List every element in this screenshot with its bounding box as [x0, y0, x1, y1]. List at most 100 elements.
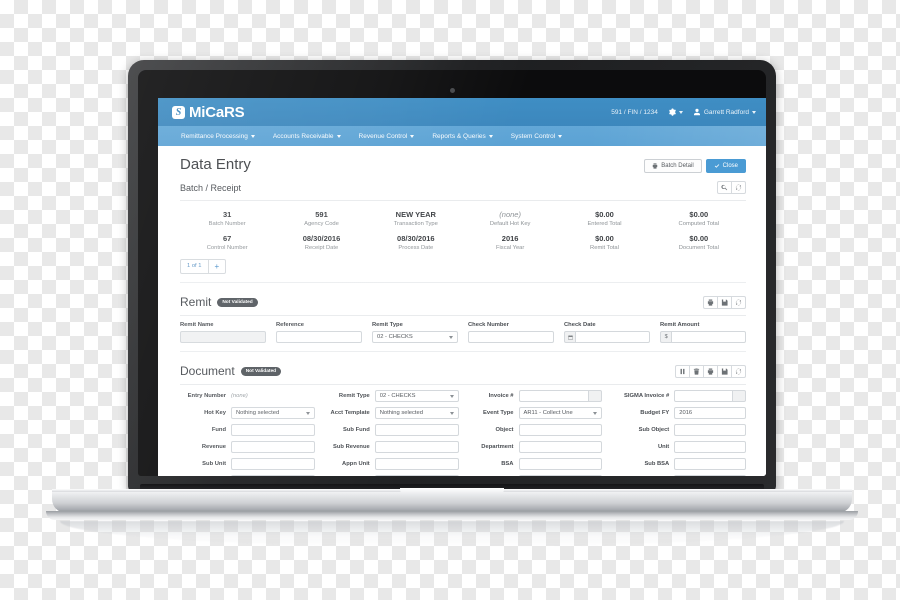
- summary-label: Remit Total: [590, 245, 619, 251]
- nav-item-revenue-control[interactable]: Revenue Control: [350, 133, 424, 140]
- search-icon[interactable]: [717, 181, 732, 194]
- chevron-down-icon: [336, 134, 341, 138]
- divider: [180, 200, 746, 201]
- summary-label: Control Number: [206, 245, 248, 251]
- acct-template-select[interactable]: Nothing selected: [374, 407, 459, 419]
- receipt-pager: 1 of 1 +: [180, 259, 746, 274]
- sub-location-input[interactable]: [674, 475, 746, 476]
- add-receipt-button[interactable]: +: [208, 259, 227, 274]
- field-bsa: BSA: [468, 458, 603, 470]
- page-header: Data Entry Batch Detail Close: [180, 156, 746, 173]
- chevron-down-icon: [488, 134, 493, 138]
- nav-item-remittance-processing[interactable]: Remittance Processing: [172, 133, 264, 140]
- close-button[interactable]: Close: [705, 159, 746, 173]
- doc-remit-type-select[interactable]: 02 - CHECKS: [374, 390, 459, 402]
- field-remit-type: Remit Type 02 - CHECKS: [372, 322, 458, 343]
- nav-item-accounts-receivable[interactable]: Accounts Receivable: [264, 133, 350, 140]
- control-wrap: 02 - CHECKS: [374, 390, 459, 402]
- chevron-down-icon: [752, 110, 756, 114]
- bsa-input[interactable]: [518, 458, 603, 470]
- sub-unit-input[interactable]: [231, 458, 315, 470]
- summary-cell-computed-total: $0.00 Computed Total: [652, 210, 746, 227]
- main-navigation: Remittance Processing Accounts Receivabl…: [158, 126, 766, 146]
- settings-menu[interactable]: [668, 108, 683, 116]
- nav-item-system-control[interactable]: System Control: [502, 133, 571, 140]
- field-check-date: Check Date: [564, 322, 650, 343]
- sigma-invoice-input[interactable]: [674, 390, 734, 402]
- control-wrap: [674, 475, 746, 476]
- sub-object-input[interactable]: [674, 424, 746, 436]
- trash-icon[interactable]: [689, 364, 704, 378]
- print-icon[interactable]: [703, 364, 718, 378]
- save-icon[interactable]: [717, 364, 732, 378]
- pause-icon[interactable]: [675, 364, 690, 378]
- hot-key-select[interactable]: Nothing selected: [231, 407, 315, 419]
- field-label: Fund: [211, 427, 226, 433]
- invoice-number-input[interactable]: [518, 390, 589, 402]
- object-input[interactable]: [518, 424, 603, 436]
- revenue-input[interactable]: [231, 441, 315, 453]
- refresh-icon[interactable]: [731, 181, 746, 194]
- app-header: S MiCaRS 591 / FIN / 1234 Garrett Radfor…: [158, 98, 766, 126]
- dept-revenue-input[interactable]: [374, 475, 459, 476]
- unit-input[interactable]: [674, 441, 746, 453]
- field-sub-revenue: Sub Revenue: [324, 441, 459, 453]
- summary-label: Entered Total: [587, 221, 622, 227]
- event-type-select[interactable]: AR11 - Collect Une: [518, 407, 603, 419]
- summary-label: Receipt Date: [304, 245, 339, 251]
- sub-bsa-input[interactable]: [674, 458, 746, 470]
- chevron-down-icon: [250, 134, 255, 138]
- remit-name-input[interactable]: [180, 331, 266, 343]
- field-label: Event Type: [483, 410, 514, 416]
- field-reference: Reference: [276, 322, 362, 343]
- summary-cell-receipt-date: 08/30/2016 Receipt Date: [274, 234, 368, 251]
- save-icon[interactable]: [717, 295, 732, 309]
- summary-value: $0.00: [689, 234, 709, 243]
- invoice-lookup-button[interactable]: [588, 390, 603, 402]
- check-number-input[interactable]: [468, 331, 554, 343]
- remit-amount-input[interactable]: [671, 331, 746, 343]
- sub-revenue-input[interactable]: [374, 441, 459, 453]
- field-label: BSA: [501, 461, 514, 467]
- nav-label: Remittance Processing: [181, 132, 248, 140]
- sub-fund-input[interactable]: [374, 424, 459, 436]
- field-label: Sub Fund: [343, 427, 370, 433]
- control-wrap: [231, 441, 315, 453]
- refresh-icon[interactable]: [731, 364, 746, 378]
- micars-application: S MiCaRS 591 / FIN / 1234 Garrett Radfor…: [158, 98, 766, 476]
- remit-type-select[interactable]: 02 - CHECKS: [372, 331, 458, 343]
- appn-unit-input[interactable]: [374, 458, 459, 470]
- chevron-down-icon: [678, 110, 683, 114]
- selected-value: 02 - CHECKS: [379, 393, 416, 399]
- check-date-input[interactable]: [575, 331, 650, 343]
- print-glyph: [707, 298, 714, 306]
- field-label: Acct Template: [330, 410, 370, 416]
- batch-detail-button[interactable]: Batch Detail: [644, 159, 702, 173]
- user-menu[interactable]: Garrett Radford: [693, 108, 756, 116]
- dept-object-input[interactable]: [231, 475, 315, 476]
- print-icon[interactable]: [703, 295, 718, 309]
- fund-input[interactable]: [231, 424, 315, 436]
- chevron-down-icon: [593, 411, 598, 415]
- brand-logo[interactable]: S MiCaRS: [172, 104, 245, 121]
- pause-glyph: [680, 368, 685, 374]
- reference-input[interactable]: [276, 331, 362, 343]
- control-wrap: [518, 441, 603, 453]
- budget-fy-input[interactable]: 2016: [674, 407, 746, 419]
- field-sub-unit: Sub Unit: [180, 458, 315, 470]
- field-sub-object: Sub Object: [611, 424, 746, 436]
- summary-value: 591: [315, 210, 328, 219]
- field-acct-template: Acct Template Nothing selected: [324, 407, 459, 419]
- sigma-lookup-button[interactable]: [733, 390, 746, 402]
- screen: S MiCaRS 591 / FIN / 1234 Garrett Radfor…: [158, 98, 766, 476]
- document-toolbar: [675, 364, 746, 378]
- summary-cell-process-date: 08/30/2016 Process Date: [369, 234, 463, 251]
- department-input[interactable]: [518, 441, 603, 453]
- field-invoice-number: Invoice #: [468, 390, 603, 402]
- location-input[interactable]: [518, 475, 603, 476]
- nav-item-reports-queries[interactable]: Reports & Queries: [423, 133, 501, 140]
- summary-value: $0.00: [595, 234, 614, 243]
- calendar-icon[interactable]: [564, 331, 576, 343]
- refresh-icon[interactable]: [731, 295, 746, 309]
- control-wrap: [231, 475, 315, 476]
